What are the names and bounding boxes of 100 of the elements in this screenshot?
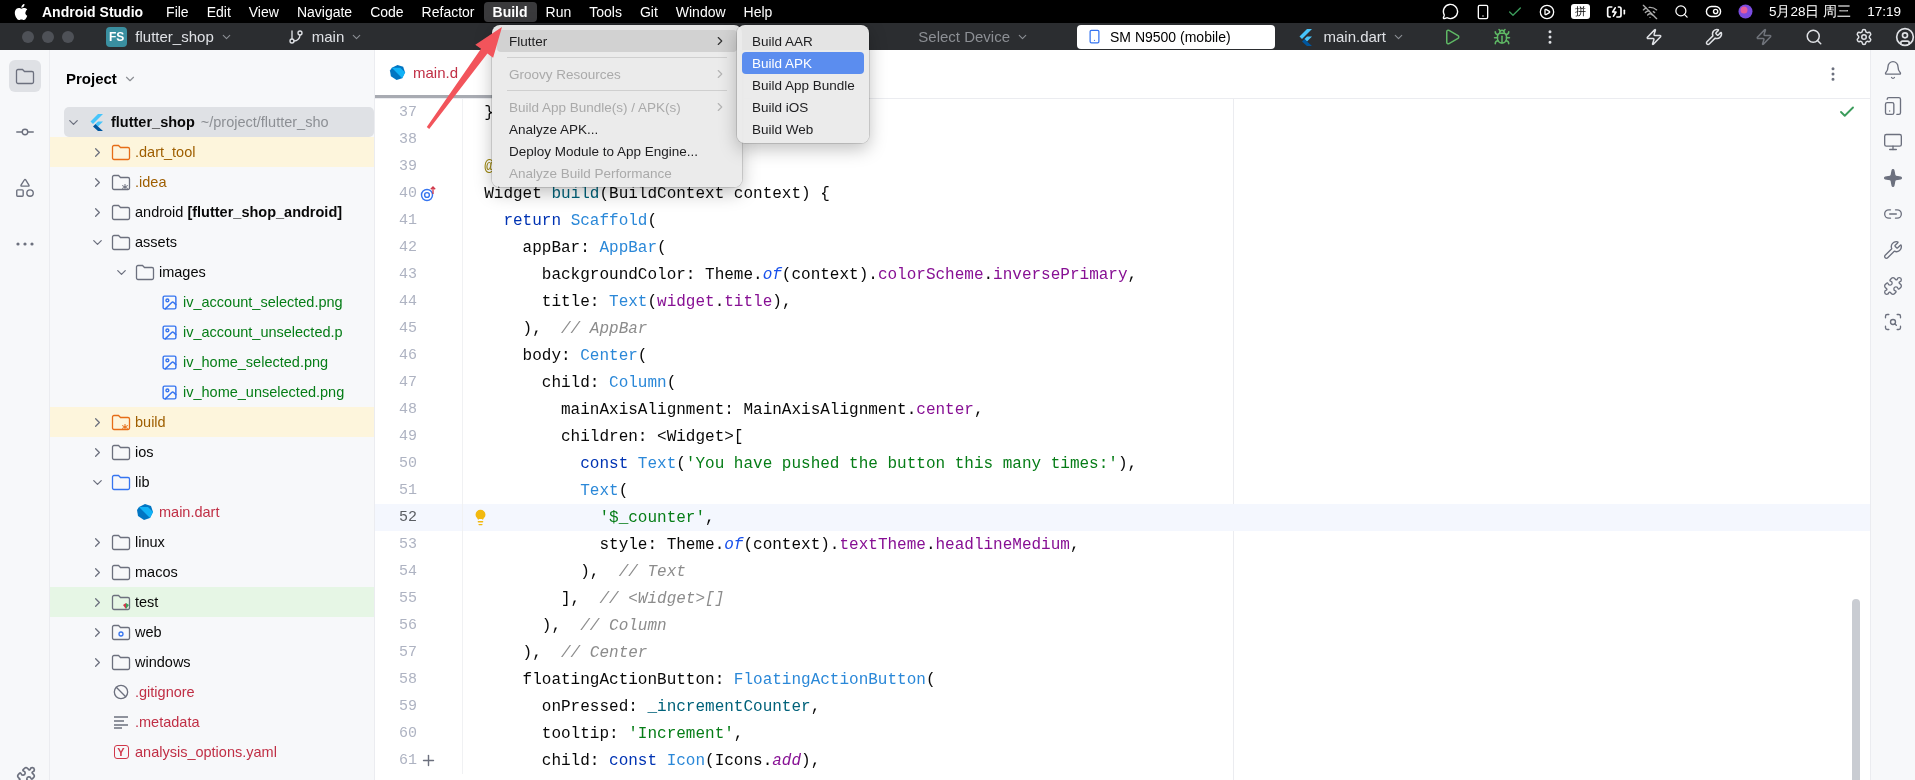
- tree-item[interactable]: build: [50, 407, 374, 437]
- source-folder-icon: [111, 473, 131, 491]
- search-icon[interactable]: [1805, 27, 1823, 46]
- scrollbar-thumb[interactable]: [1852, 599, 1860, 780]
- code-line: child: Column(: [540, 373, 677, 392]
- tree-item[interactable]: .metadata: [50, 707, 374, 737]
- menu-item[interactable]: Flutter: [497, 30, 737, 52]
- folder-icon: [111, 233, 131, 251]
- sparkle-icon[interactable]: [1883, 168, 1903, 188]
- line-number: 61: [398, 752, 417, 769]
- tree-item[interactable]: iv_account_selected.png: [50, 287, 374, 317]
- app-name[interactable]: Android Studio: [42, 3, 144, 20]
- ignore-file-icon: [113, 684, 129, 700]
- project-folder-icon: [14, 67, 35, 85]
- apple-logo-icon[interactable]: [14, 3, 28, 20]
- menu-item[interactable]: Code: [361, 1, 413, 22]
- tree-item[interactable]: iv_home_selected.png: [50, 347, 374, 377]
- add-icon[interactable]: [420, 752, 437, 769]
- tree-item[interactable]: ios: [50, 437, 374, 467]
- menu-item[interactable]: Git: [630, 1, 667, 22]
- lightning-icon[interactable]: [1755, 27, 1773, 46]
- control-center-icon[interactable]: [1704, 3, 1722, 20]
- dart-logo-icon: [389, 64, 406, 81]
- tree-item[interactable]: linux: [50, 527, 374, 557]
- code-line: }: [483, 103, 494, 122]
- tree-item[interactable]: iv_account_unselected.p: [50, 317, 374, 347]
- menu-item[interactable]: Tools: [580, 1, 631, 22]
- more-icon[interactable]: [15, 242, 34, 246]
- folder-icon: [111, 143, 131, 161]
- tree-item[interactable]: android [flutter_shop_android]: [50, 197, 374, 227]
- override-marker-icon[interactable]: [420, 185, 437, 202]
- menu-item[interactable]: Help: [734, 1, 782, 22]
- device-dropdown[interactable]: SM N9500 (mobile): [1077, 24, 1276, 49]
- tree-item[interactable]: Y analysis_options.yaml: [50, 737, 374, 767]
- line-number: 46: [398, 347, 417, 364]
- device-mirror-icon[interactable]: [1883, 132, 1903, 152]
- code-line: @: [483, 157, 494, 176]
- menu-item[interactable]: Refactor: [412, 1, 484, 22]
- line-number: 51: [398, 482, 417, 499]
- notifications-icon[interactable]: [1883, 60, 1903, 80]
- tree-item[interactable]: macos: [50, 557, 374, 587]
- tree-item[interactable]: .gitignore: [50, 677, 374, 707]
- orb-icon[interactable]: [1737, 4, 1753, 19]
- project-name[interactable]: flutter_shop: [135, 28, 214, 45]
- panel-title[interactable]: Project: [66, 70, 117, 87]
- menu-date: 5月28日 周三: [1768, 2, 1852, 21]
- tool-window-button[interactable]: [8, 60, 41, 92]
- menu-item[interactable]: Analyze APK...: [497, 118, 737, 140]
- image-file-icon: [160, 293, 178, 311]
- tree-item[interactable]: windows: [50, 647, 374, 677]
- menu-item[interactable]: Build: [483, 1, 537, 22]
- input-method-indicator[interactable]: 拼: [1570, 4, 1590, 19]
- menu-item[interactable]: Deploy Module to App Engine...: [497, 140, 737, 162]
- menu-item[interactable]: Build Web: [742, 118, 864, 140]
- hot-reload-icon[interactable]: [1645, 27, 1663, 46]
- plugin-icon[interactable]: [16, 766, 36, 780]
- play-icon[interactable]: [1538, 3, 1555, 20]
- run-configuration[interactable]: main.dart: [1323, 28, 1386, 45]
- line-number: 60: [398, 725, 417, 742]
- tree-item[interactable]: test: [50, 587, 374, 617]
- device-selector[interactable]: Select Device: [918, 28, 1010, 45]
- menu-item[interactable]: Window: [666, 1, 735, 22]
- code-line: '$_counter',: [599, 508, 715, 527]
- menu-item[interactable]: Build AAR: [742, 30, 864, 52]
- menu-item[interactable]: Navigate: [287, 1, 362, 22]
- tree-item[interactable]: .idea: [50, 167, 374, 197]
- branch-icon[interactable]: [287, 28, 304, 45]
- menu-item[interactable]: View: [239, 1, 288, 22]
- menu-item[interactable]: File: [157, 1, 198, 22]
- tree-item[interactable]: web: [50, 617, 374, 647]
- line-number: 49: [398, 428, 417, 445]
- run-icon[interactable]: [1443, 27, 1461, 46]
- tree-item[interactable]: iv_home_unselected.png: [50, 377, 374, 407]
- profile-icon[interactable]: [1895, 26, 1915, 47]
- tree-item[interactable]: images: [50, 257, 374, 287]
- menu-item[interactable]: Build App Bundle: [742, 74, 864, 96]
- tree-item[interactable]: .dart_tool: [50, 137, 374, 167]
- flutter-logo-icon: [88, 113, 106, 131]
- settings-icon[interactable]: [1855, 27, 1873, 46]
- chat-icon[interactable]: [1441, 3, 1459, 20]
- line-number: 50: [398, 455, 417, 472]
- tree-item[interactable]: main.dart: [50, 497, 374, 527]
- line-number: 44: [398, 293, 417, 310]
- code-line: child: const Icon(Icons.add),: [540, 751, 821, 770]
- tree-item[interactable]: lib: [50, 467, 374, 497]
- menu-item[interactable]: Run: [536, 1, 581, 22]
- search-icon[interactable]: [1673, 4, 1689, 19]
- tree-item[interactable]: assets: [50, 227, 374, 257]
- debug-icon[interactable]: [1493, 27, 1511, 46]
- wifi-off-icon[interactable]: [1641, 3, 1658, 20]
- folder-icon: [111, 443, 131, 461]
- wrench-icon[interactable]: [1883, 240, 1903, 260]
- tree-item[interactable]: flutter_shop ~/project/flutter_sho: [64, 107, 374, 137]
- device-manager-icon[interactable]: [1883, 96, 1903, 116]
- menu-item[interactable]: Build iOS: [742, 96, 864, 118]
- branch-name[interactable]: main: [311, 28, 345, 45]
- menu-item[interactable]: Edit: [197, 1, 240, 22]
- line-number: 40: [398, 185, 417, 202]
- scan-search-icon[interactable]: [1883, 312, 1903, 332]
- puzzle-icon[interactable]: [1883, 276, 1903, 296]
